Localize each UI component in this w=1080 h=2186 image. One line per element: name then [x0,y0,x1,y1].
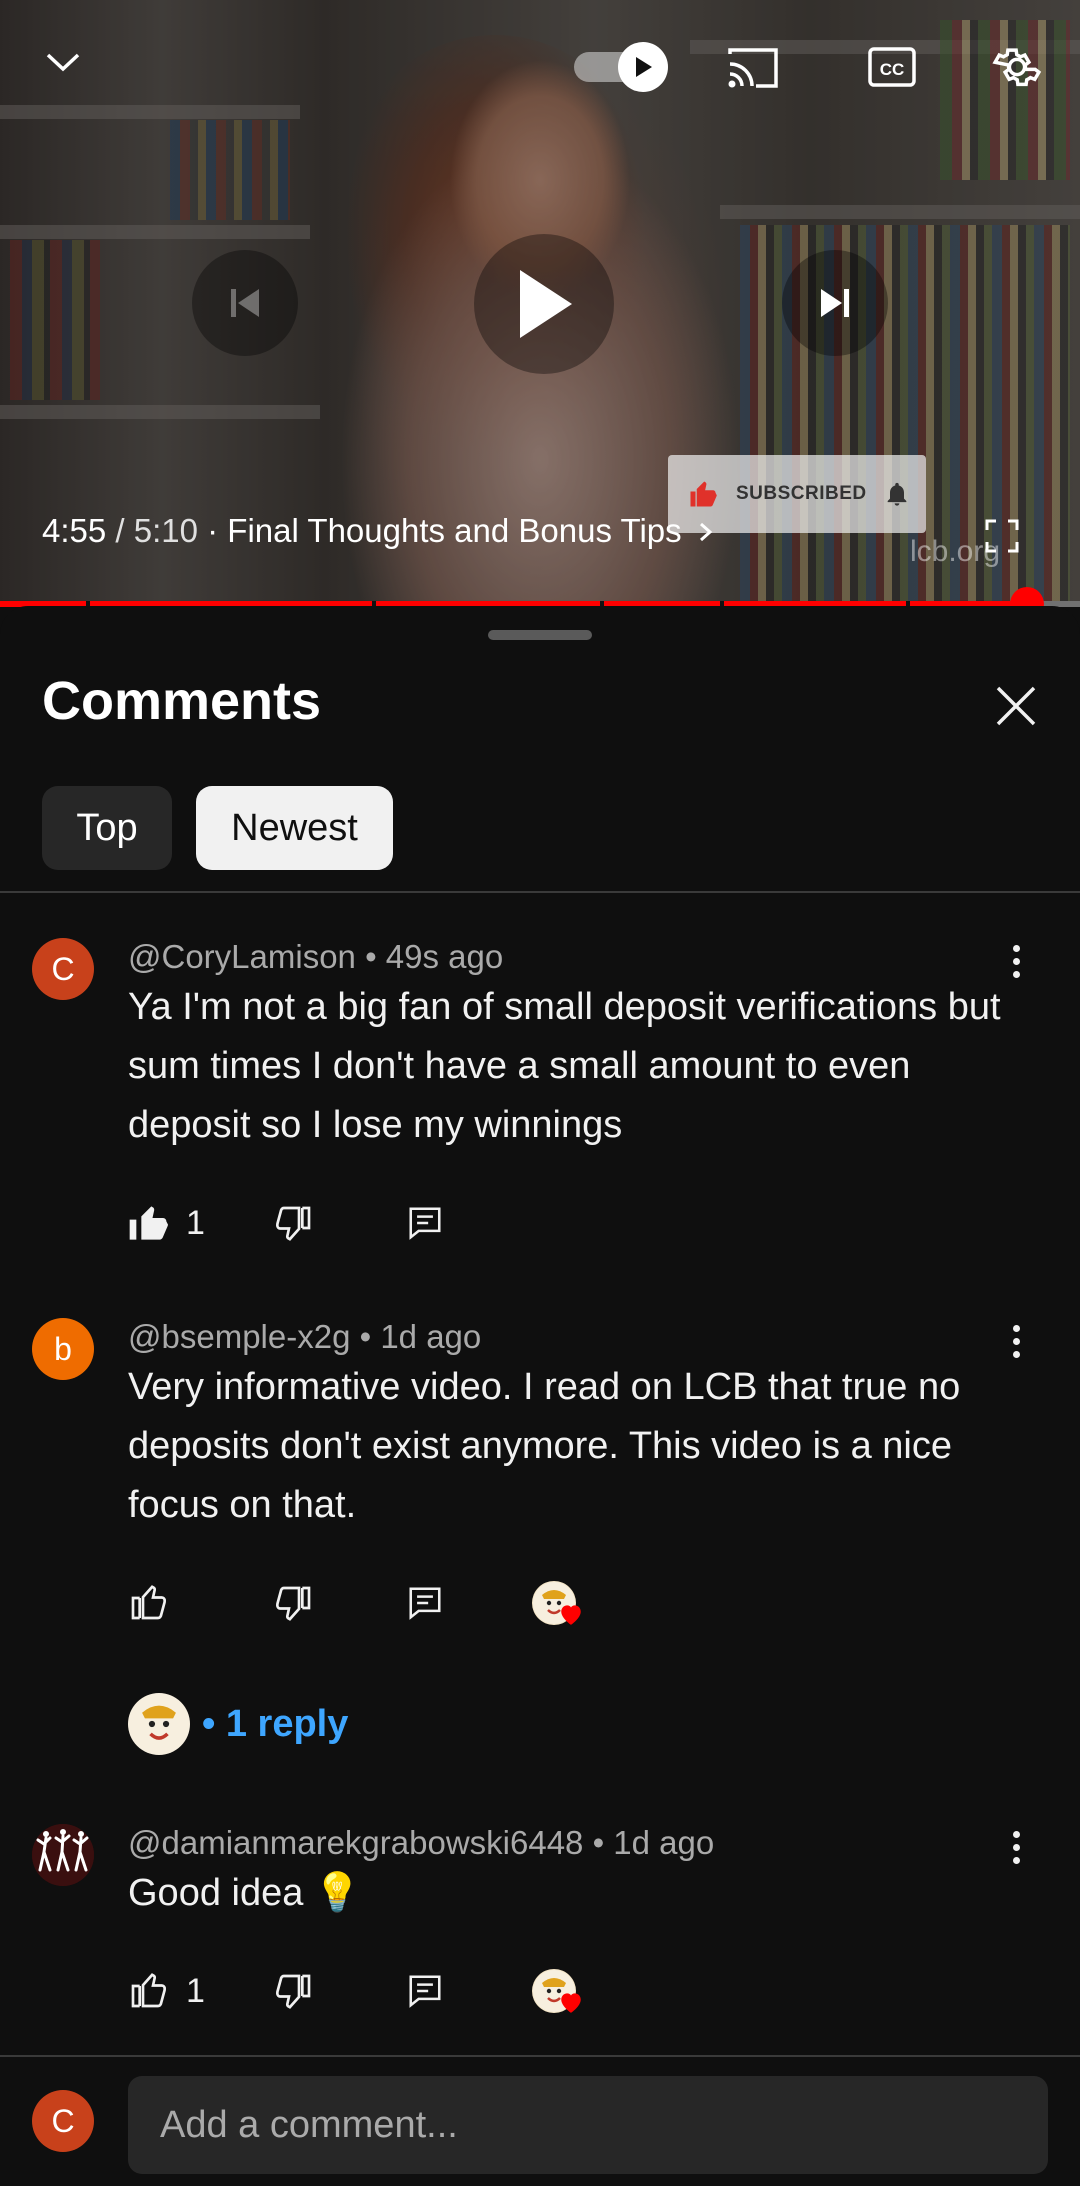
creator-heart [532,1966,581,2016]
comment-text: Very informative video. I read on LCB th… [128,1366,961,1526]
comment-actions [128,1578,828,1628]
reply-button[interactable] [406,1578,444,1628]
comment-actions: 1 [128,1198,828,1248]
minimize-button[interactable] [40,44,86,80]
replies-count: • 1 reply [202,1702,349,1745]
reply-author-avatar [128,1693,190,1755]
settings-button[interactable] [990,40,1044,94]
fullscreen-button[interactable] [984,518,1020,554]
chevron-down-icon [46,53,80,72]
autoplay-toggle[interactable] [574,42,670,92]
comments-title: Comments [42,671,322,731]
next-button[interactable] [782,250,888,356]
comment-author[interactable]: @damianmarekgrabowski6448 [128,1824,583,1861]
play-icon [520,270,572,338]
previous-icon [231,289,259,317]
filter-top-chip[interactable]: Top [42,786,172,870]
reply-comment-icon [409,1207,441,1240]
comment-text: Ya I'm not a big fan of small deposit ve… [128,986,1001,1146]
reply-button[interactable] [406,1198,444,1248]
subscribed-label: SUBSCRIBED [736,483,867,504]
previous-button[interactable] [192,250,298,356]
thumbs-up-icon [690,481,717,507]
filter-newest-chip[interactable]: Newest [196,786,393,870]
captions-button[interactable]: CC [866,44,918,90]
avatar[interactable]: b [32,1318,94,1380]
comment-time: 1d ago [380,1318,482,1355]
comment-text: Good idea 💡 [128,1872,362,1914]
dislike-button[interactable] [274,1578,314,1628]
creator-mascot-icon [129,1694,189,1754]
comment-more-button[interactable] [1008,942,1024,982]
thumbs-up-icon [131,1973,167,2008]
like-button[interactable]: 1 [128,1966,205,2016]
captions-icon: CC [868,47,916,87]
thumbs-down-icon [275,1974,311,2009]
comment-more-button[interactable] [1008,1828,1024,1868]
add-comment-input[interactable]: Add a comment... [128,2076,1048,2174]
time-separator: / [106,512,134,549]
comment-meta: @CoryLamison • 49s ago [128,938,504,975]
thumbs-up-filled-icon [129,1206,168,1240]
reply-button[interactable] [406,1966,444,2016]
current-time: 4:55 [42,512,107,549]
fullscreen-icon [985,519,1019,553]
time-and-chapter[interactable]: 4:55 / 5:10 · Final Thoughts and Bonus T… [42,512,715,550]
thumbs-down-icon [275,1586,311,1621]
view-replies-button[interactable]: • 1 reply [128,1692,348,1756]
reply-comment-icon [409,1587,441,1620]
next-icon [821,289,849,317]
bell-icon [887,482,906,506]
avatar[interactable]: C [32,938,94,1000]
comments-sheet: Comments Top Newest C @CoryLamison • 49s… [0,606,1080,2186]
thumbs-up-icon [131,1585,167,1620]
settings-gear-icon [992,48,1042,87]
dancers-avatar-icon [32,1824,94,1886]
comment-meta: @damianmarekgrabowski6448 • 1d ago [128,1824,715,1861]
video-player[interactable]: SUBSCRIBED lcb.org CC 4:55 / 5:10 · Fina… [0,0,1080,606]
chevron-right-icon [699,522,713,542]
comment-more-button[interactable] [1008,1322,1024,1362]
creator-heart [532,1578,581,1628]
divider [0,891,1080,893]
comment-meta: @bsemple-x2g • 1d ago [128,1318,482,1355]
heart-icon [561,1993,581,2013]
cast-button[interactable] [724,44,782,92]
comment-author[interactable]: @CoryLamison [128,938,356,975]
avatar[interactable] [32,1824,94,1886]
comment-actions: 1 [128,1966,828,2016]
like-button[interactable]: 1 [128,1198,205,1248]
chapter-title: · Final Thoughts and Bonus Tips [197,512,682,549]
drag-handle[interactable] [488,630,592,640]
thumbs-down-icon [275,1206,311,1241]
comment-time: 49s ago [385,938,504,975]
svg-text:CC: CC [880,60,905,79]
dislike-button[interactable] [274,1966,314,2016]
play-button[interactable] [474,234,614,374]
like-count: 1 [186,1203,205,1242]
dislike-button[interactable] [274,1198,314,1248]
close-button[interactable] [992,682,1040,730]
add-comment-bar: C Add a comment... [0,2066,1080,2186]
close-icon [996,686,1036,726]
like-button[interactable] [128,1578,168,1628]
duration: 5:10 [133,512,198,549]
reply-comment-icon [409,1975,441,2008]
like-count: 1 [186,1971,205,2010]
comment-time: 1d ago [613,1824,715,1861]
my-avatar: C [32,2090,94,2152]
divider [0,2055,1080,2057]
comment-author[interactable]: @bsemple-x2g [128,1318,350,1355]
heart-icon [561,1605,581,1625]
cast-icon [728,48,778,88]
autoplay-play-icon [618,42,668,92]
